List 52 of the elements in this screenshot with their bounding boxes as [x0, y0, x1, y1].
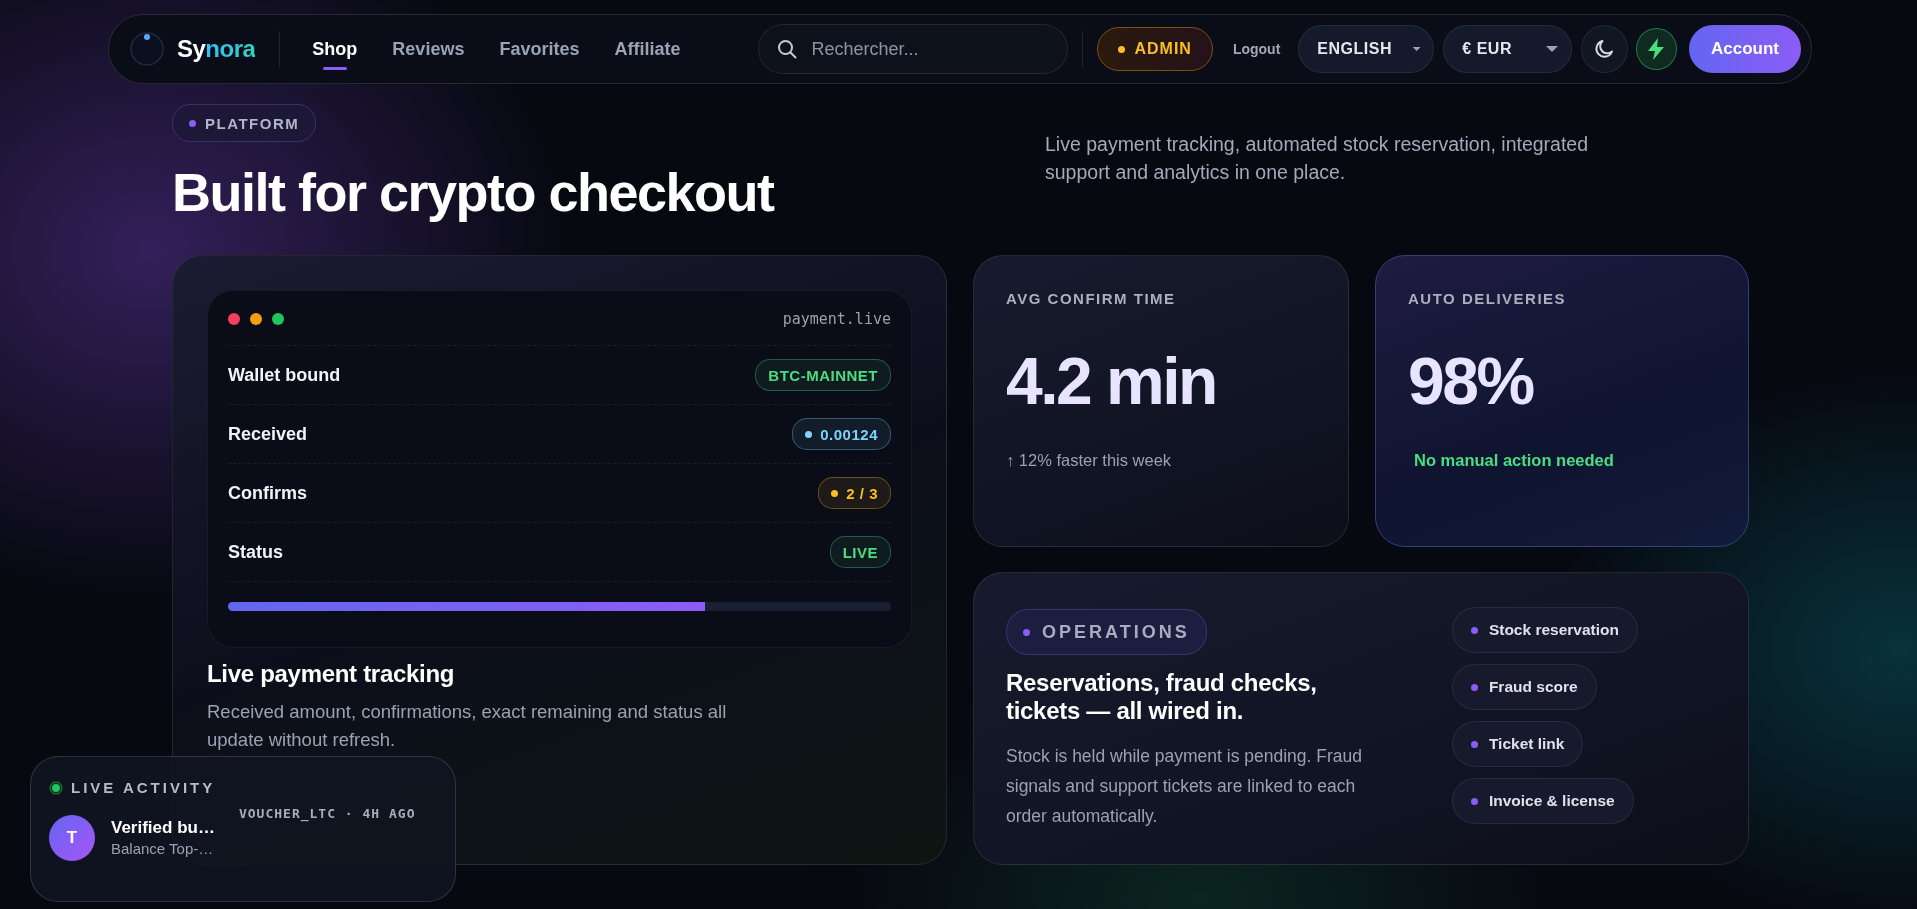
section-badge: PLATFORM: [172, 104, 317, 142]
moon-icon: [1593, 38, 1616, 60]
activity-detail: Balance Top-…: [111, 840, 215, 857]
feature-tag: Stock reservation: [1451, 607, 1638, 653]
stat-label: AVG CONFIRM TIME: [1006, 290, 1177, 307]
status-pill: 0.00124: [792, 418, 891, 450]
language-select[interactable]: ENGLISH: [1298, 25, 1435, 73]
window-controls-icon: [228, 313, 284, 325]
avatar: T: [49, 815, 95, 861]
stat-value: 98%: [1408, 343, 1535, 420]
caret-icon: [1544, 45, 1559, 53]
activity-title: Verified bu…: [111, 818, 215, 838]
section-badge: OPERATIONS: [1006, 609, 1207, 655]
status-pill: LIVE: [829, 536, 891, 568]
stat-label: AUTO DELIVERIES: [1408, 290, 1568, 307]
card-description: Stock is held while payment is pending. Fraud signals and support tickets are linked to each order automatically.: [1006, 745, 1364, 828]
stat-note: No manual action needed: [1414, 451, 1615, 470]
logo-icon: [129, 31, 165, 67]
field-label: Received: [228, 423, 308, 445]
live-indicator-icon: [49, 780, 63, 795]
status-pill: BTC-MAINNET: [755, 359, 891, 391]
hero-description: Live payment tracking, automated stock reservation, integrated support and analytics in one place.: [1045, 132, 1590, 185]
currency-select[interactable]: € EUR: [1443, 25, 1572, 73]
feature-tag: Fraud score: [1451, 664, 1597, 710]
card-title: Live payment tracking: [207, 660, 456, 688]
nav-link[interactable]: Favorites: [491, 26, 588, 72]
caret-icon: [1411, 45, 1422, 53]
search-field[interactable]: Rechercher...: [758, 24, 1069, 74]
boost-button[interactable]: [1635, 28, 1677, 70]
status-pill: 2 / 3: [818, 477, 891, 509]
lightning-icon: [1646, 37, 1667, 61]
stat-note: ↑ 12% faster this week: [1006, 451, 1173, 470]
card-title: Reservations, fraud checks, tickets — all wired in.: [1006, 669, 1318, 725]
stat-value: 4.2 min: [1006, 343, 1217, 420]
search-icon: [777, 39, 798, 59]
nav-link[interactable]: Shop: [304, 26, 366, 72]
field-label: Confirms: [228, 482, 307, 504]
account-button[interactable]: Account: [1689, 25, 1801, 73]
feature-tag: Ticket link: [1451, 721, 1584, 767]
theme-toggle[interactable]: [1580, 25, 1628, 73]
feature-tag: Invoice & license: [1451, 778, 1634, 824]
panel-title: LIVE ACTIVITY: [71, 779, 216, 796]
window-title: payment.live: [782, 310, 891, 328]
admin-badge[interactable]: ADMIN: [1097, 27, 1213, 71]
field-label: Status: [228, 541, 283, 563]
nav-link[interactable]: Affiliate: [606, 26, 689, 72]
logout-link[interactable]: Logout: [1226, 40, 1287, 58]
activity-meta: VOUCHER_LTC · 4H AGO: [238, 806, 416, 821]
page-heading: Built for crypto checkout: [172, 161, 774, 224]
nav-link[interactable]: Reviews: [384, 26, 473, 72]
card-description: Received amount, confirmations, exact remaining and status all update without refresh.: [207, 700, 728, 752]
field-label: Wallet bound: [228, 364, 341, 386]
